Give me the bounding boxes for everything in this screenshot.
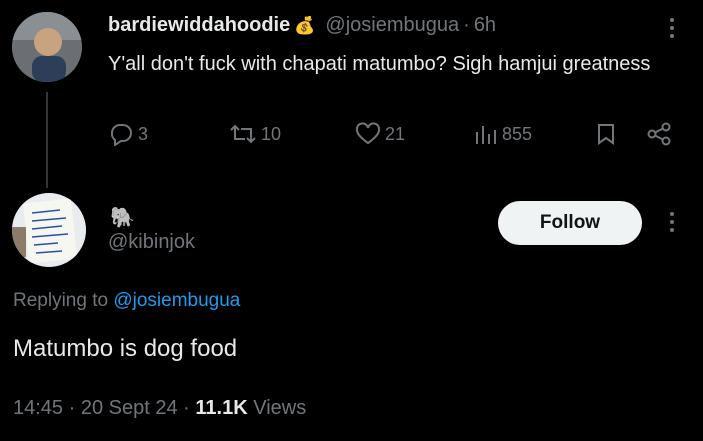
share-icon: [647, 122, 671, 146]
bookmark-icon: [598, 124, 614, 145]
like-count: 21: [385, 123, 406, 144]
avatar[interactable]: [12, 12, 82, 82]
tweet-time[interactable]: 6h: [474, 14, 496, 37]
reply-avatar-image: [12, 193, 86, 267]
tweet-header: bardiewiddahoodie 💰 @josiembugua · 6h: [108, 14, 496, 37]
reply-views-label: Views: [253, 397, 307, 419]
follow-button[interactable]: Follow: [498, 201, 642, 245]
separator-dot: ·: [463, 14, 470, 36]
more-options-icon[interactable]: [669, 18, 675, 38]
views-count: 855: [502, 123, 533, 144]
like-button[interactable]: 21: [355, 122, 405, 146]
bookmark-button[interactable]: [596, 122, 616, 146]
reply-time[interactable]: 14:45: [13, 397, 63, 419]
retweet-icon: [230, 124, 256, 144]
thread-line: [46, 92, 48, 188]
reply-views-count: 11.1K: [195, 397, 248, 419]
separator-dot: ·: [68, 397, 76, 419]
reply-avatar[interactable]: [12, 193, 86, 267]
reply-button[interactable]: 3: [108, 122, 148, 146]
reply-text: Matumbo is dog food: [13, 335, 238, 362]
reply-author-handle[interactable]: @kibinjok: [108, 231, 195, 254]
heart-icon: [355, 122, 381, 145]
replying-to: Replying to @josiembugua: [13, 290, 240, 312]
retweet-button[interactable]: 10: [229, 122, 281, 146]
tweet-metadata: 14:45 · 20 Sept 24 · 11.1K Views: [13, 397, 306, 420]
views-button[interactable]: 855: [474, 122, 532, 146]
analytics-icon: [476, 126, 496, 144]
replying-handle-link[interactable]: @josiembugua: [113, 290, 240, 311]
money-bag-icon: 💰: [294, 15, 316, 35]
separator-dot: ·: [183, 397, 190, 419]
reply-more-options-icon[interactable]: [669, 212, 675, 232]
author-handle[interactable]: @josiembugua: [325, 14, 459, 37]
replying-prefix: Replying to: [13, 290, 114, 311]
reply-count: 3: [138, 123, 149, 144]
reply-date[interactable]: 20 Sept 24: [81, 397, 178, 419]
retweet-count: 10: [261, 123, 282, 144]
share-button[interactable]: [646, 122, 672, 146]
author-name[interactable]: bardiewiddahoodie: [108, 14, 290, 37]
avatar-image: [12, 12, 82, 82]
tweet-text: Y'all don't fuck with chapati matumbo? S…: [108, 53, 651, 75]
elephant-icon: 🐘: [110, 207, 135, 229]
reply-icon: [110, 124, 132, 146]
